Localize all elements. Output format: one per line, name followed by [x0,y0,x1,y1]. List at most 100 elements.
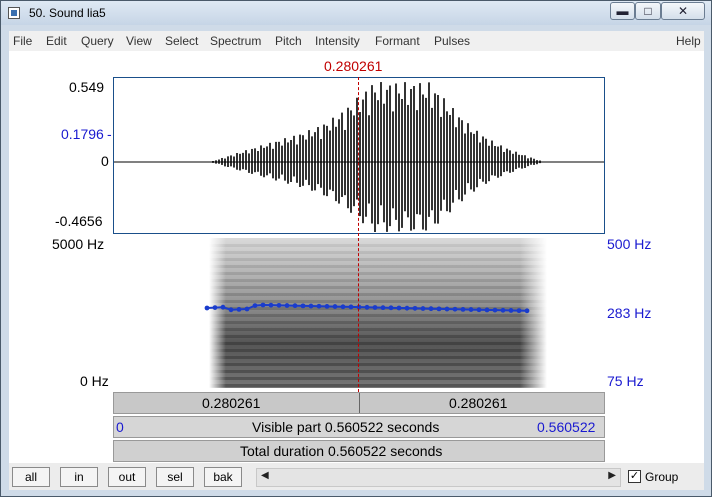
left-part-label: 0.280261 [202,395,261,411]
cursor-time-label: 0.280261 [324,58,383,74]
visible-part-bar[interactable]: 0 Visible part 0.560522 seconds 0.560522 [113,416,605,438]
spectrogram-min-label: 0 Hz [80,373,109,389]
menu-pitch[interactable]: Pitch [275,34,302,48]
menu-bar: File Edit Query View Select Spectrum Pit… [9,31,704,51]
selection-bar[interactable]: 0.280261 0.280261 [113,392,605,414]
menu-select[interactable]: Select [165,34,198,48]
zoom-back-button[interactable]: bak [204,467,242,487]
group-checkbox[interactable]: ✓ [628,470,641,483]
zoom-out-button[interactable]: out [108,467,146,487]
menu-query[interactable]: Query [81,34,114,48]
close-icon: ✕ [677,4,689,18]
pitch-point [516,308,522,314]
editor-area: 0.280261 0.549 0.1796 - 0 -0.4656 5000 H… [9,51,704,463]
time-scrollbar[interactable]: ◀ ▶ [256,468,621,487]
spectrogram-max-label: 5000 Hz [52,236,105,252]
pitch-point [460,307,466,312]
checkmark-icon: ✓ [629,470,640,482]
pitch-point [308,303,314,309]
pitch-point [340,304,346,310]
menu-file[interactable]: File [13,34,32,48]
pitch-point [508,308,514,313]
pitch-point [468,307,474,312]
pitch-max-label: 500 Hz [607,236,652,252]
pitch-point [332,304,338,309]
pitch-point [380,305,386,311]
pitch-point [244,306,250,312]
total-duration-label: Total duration 0.560522 seconds [240,443,443,459]
zoom-all-button[interactable]: all [12,467,50,487]
pitch-point [348,304,354,310]
menu-pulses[interactable]: Pulses [434,34,470,48]
menu-help[interactable]: Help [676,34,701,48]
minimize-icon: ▬ [616,4,629,18]
pitch-point [316,303,322,309]
pitch-point [388,305,394,311]
spectrogram-fade [209,238,547,388]
pitch-point [300,303,306,309]
menu-spectrum[interactable]: Spectrum [210,34,261,48]
group-label: Group [645,470,679,484]
pitch-point [284,303,290,308]
waveform-min-label: -0.4656 [55,213,103,229]
cursor-line[interactable] [358,77,359,392]
minimize-button[interactable]: ▬ [610,2,635,20]
menu-intensity[interactable]: Intensity [315,34,360,48]
waveform-value-label: 0.1796 [61,126,104,142]
pitch-point [436,306,442,312]
zoom-selection-button[interactable]: sel [156,467,194,487]
pitch-point [228,307,234,313]
pitch-point [404,305,410,311]
pitch-point [484,307,490,313]
pitch-point [500,307,506,313]
pitch-point [252,303,258,308]
sound-editor-window: 50. Sound lia5 ▬ □ ✕ File Edit Query Vie… [0,0,712,497]
pitch-point [492,307,498,313]
menu-edit[interactable]: Edit [46,34,67,48]
scroll-left-icon[interactable]: ◀ [261,470,269,481]
spectrogram-plot [204,238,547,388]
pitch-point [212,305,218,310]
pitch-point [524,308,530,314]
waveform-plot [114,82,604,232]
visible-part-label: Visible part 0.560522 seconds [252,419,440,435]
pitch-point [412,305,418,311]
window-title: 50. Sound lia5 [29,6,106,20]
pitch-point [372,305,378,310]
pitch-point [476,307,482,313]
pitch-point [220,304,226,310]
pitch-point [452,306,458,312]
app-icon [8,7,20,19]
pitch-point [364,304,370,310]
bottom-toolbar: all in out sel bak ◀ ▶ ✓ Group [9,463,704,490]
pitch-point [236,307,242,312]
pitch-mid-label: 283 Hz [607,305,652,321]
pitch-point [396,305,402,311]
pitch-point [260,302,266,308]
pitch-point [204,305,210,311]
zoom-in-button[interactable]: in [60,467,98,487]
pitch-point [324,304,330,309]
title-bar[interactable]: 50. Sound lia5 ▬ □ ✕ [1,1,711,25]
pitch-point [292,303,298,309]
scroll-right-icon[interactable]: ▶ [608,470,616,481]
menu-view[interactable]: View [126,34,152,48]
waveform-max-label: 0.549 [69,79,105,95]
waveform-signal [209,82,544,232]
waveform-panel[interactable] [113,77,605,234]
pitch-point [444,306,450,312]
spectrogram-panel[interactable] [113,234,605,392]
waveform-zero-label: 0 [101,153,109,169]
selection-divider [359,393,360,413]
maximize-icon: □ [644,4,652,18]
close-button[interactable]: ✕ [661,2,705,20]
pitch-min-label: 75 Hz [607,373,644,389]
pitch-point [428,306,434,312]
pitch-point [268,302,274,308]
visible-start-label: 0 [116,419,124,435]
total-duration-bar[interactable]: Total duration 0.560522 seconds [113,440,605,462]
menu-formant[interactable]: Formant [375,34,420,48]
visible-end-label: 0.560522 [537,419,596,435]
maximize-button[interactable]: □ [635,2,661,20]
pitch-point [276,302,282,308]
